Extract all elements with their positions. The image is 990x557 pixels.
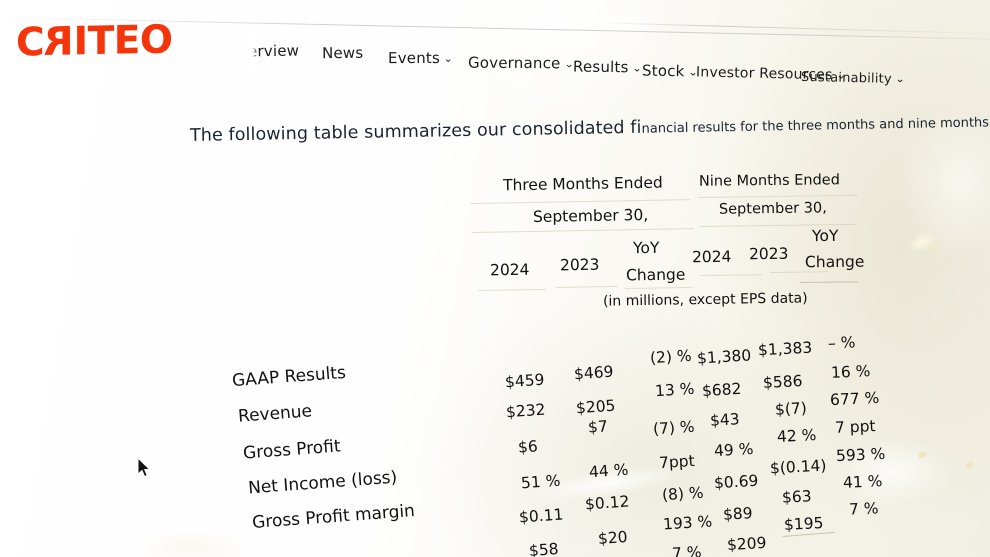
table-cell-ytd-2024: $0.69	[713, 471, 759, 493]
table-section-label-gaap: GAAP Results	[231, 362, 347, 392]
table-col-header-ytd-yoy-line2: Change	[804, 252, 865, 272]
table-cell-q3-2024: $58	[528, 539, 560, 557]
table-cell-ytd-yoy: 16 %	[830, 362, 871, 382]
table-cell-q3-2024: 51 %	[520, 471, 561, 493]
table-row-label-gross-profit: Gross Profit	[242, 436, 342, 464]
table-cell-q3-yoy: 13 %	[654, 379, 695, 401]
table-cell-ytd-2023: $(0.14)	[769, 456, 827, 478]
table-cell-ytd-yoy: 7 ppt	[834, 417, 876, 437]
table-cell-ytd-2023: 42 %	[776, 425, 817, 447]
table-group-header-three-months: Three Months Ended	[502, 173, 663, 195]
browser-viewport: CRITEO erview News Events ⌄ Governance ⌄ R…	[0, 0, 990, 557]
table-cell-ytd-2023: $195	[783, 513, 824, 535]
table-cell-q3-2023: $20	[597, 527, 629, 549]
table-cell-ytd-2023: $586	[762, 371, 803, 393]
table-cell-ytd-yoy: 41 %	[842, 472, 883, 492]
table-units-note: (in millions, except EPS data)	[602, 290, 808, 310]
table-cell-q3-yoy: 7 %	[671, 543, 703, 557]
table-cell-ytd-2024: $43	[709, 410, 741, 430]
table-col-header-q3-yoy-line1: YoY	[632, 238, 660, 258]
table-cell-q3-2024: $6	[517, 437, 539, 457]
table-cell-q3-yoy: 193 %	[662, 512, 713, 534]
table-cell-ytd-yoy: – %	[827, 333, 856, 353]
table-group-header-nine-months: Nine Months Ended	[698, 172, 840, 190]
table-cell-ytd-2023: $1,383	[757, 338, 813, 360]
table-rule	[697, 194, 858, 198]
table-rule	[699, 274, 763, 276]
table-row-label-gross-profit-margin: Gross Profit margin	[251, 501, 416, 533]
table-cell-q3-2023: $0.12	[584, 492, 630, 514]
table-cell-ytd-yoy: 593 %	[835, 444, 886, 466]
table-cell-q3-2023: $469	[573, 362, 615, 384]
table-cell-ytd-2024: $1,380	[696, 346, 752, 368]
table-cell-q3-2024: $459	[504, 370, 546, 392]
table-cell-ytd-2024: $682	[701, 379, 742, 401]
table-rule	[469, 199, 690, 204]
table-cell-ytd-2023: $63	[781, 487, 813, 507]
table-cell-ytd-yoy: 7 %	[848, 499, 879, 519]
table-cell-q3-2024: $0.11	[518, 505, 564, 527]
table-date-header-ytd: September 30,	[718, 200, 827, 218]
table-cell-ytd-2024: $89	[722, 504, 754, 524]
table-cell-q3-2024: $232	[505, 400, 547, 422]
table-cell-ytd-2024: $209	[726, 533, 767, 555]
table-row-label-net-income: Net Income (loss)	[247, 467, 398, 499]
table-rule	[624, 286, 693, 289]
table-col-header-ytd-2024: 2024	[691, 247, 732, 267]
table-col-header-q3-2023: 2023	[559, 255, 600, 275]
table-cell-ytd-2023: $(7)	[774, 399, 808, 419]
table-rule	[555, 285, 618, 288]
table-rule	[471, 228, 694, 233]
table-col-header-q3-2024: 2024	[489, 260, 530, 280]
table-col-header-ytd-yoy-line1: YoY	[811, 226, 839, 246]
table-cell-ytd-yoy: 677 %	[829, 388, 880, 410]
table-cell-q3-yoy: (2) %	[649, 346, 693, 368]
table-cell-ytd-2024: 49 %	[713, 439, 754, 461]
table-row-label-revenue: Revenue	[237, 401, 313, 427]
table-cell-q3-yoy: 7ppt	[658, 451, 696, 473]
table-col-header-ytd-2023: 2023	[748, 244, 789, 264]
table-date-header-q3: September 30,	[532, 205, 649, 227]
table-cell-q3-yoy: (8) %	[661, 483, 705, 505]
table-cell-q3-2023: $205	[575, 396, 617, 418]
table-rule	[799, 281, 859, 283]
mouse-cursor	[137, 456, 152, 479]
table-rule	[477, 288, 546, 291]
table-cell-q3-2023: $7	[587, 417, 609, 437]
table-cell-q3-2023: 44 %	[588, 460, 629, 482]
table-rule	[769, 271, 829, 273]
table-cell-q3-yoy: (7) %	[652, 417, 696, 439]
table-col-header-q3-yoy-line2: Change	[625, 265, 686, 285]
cursor-arrow-icon	[137, 456, 151, 478]
